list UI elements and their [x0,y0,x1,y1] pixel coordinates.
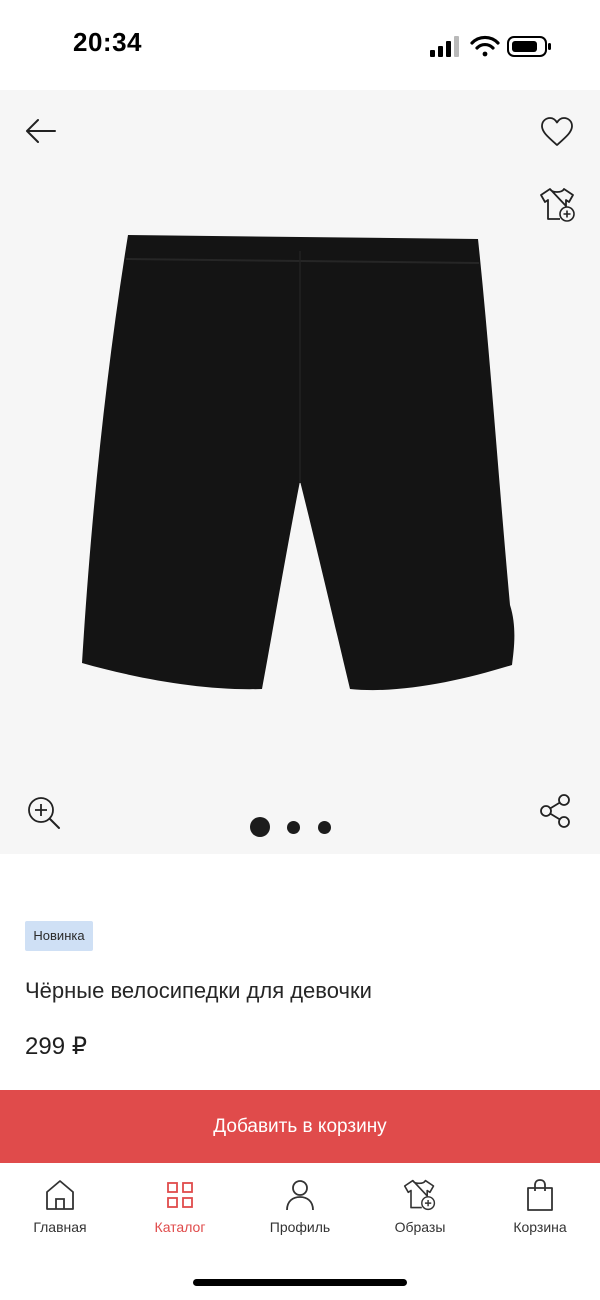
tab-label: Корзина [513,1219,567,1235]
tab-catalog[interactable]: Каталог [120,1163,240,1243]
share-icon[interactable] [536,792,574,830]
status-bar: 20:34 [0,0,600,90]
product-price: 299 ₽ [25,1033,87,1060]
tab-profile[interactable]: Профиль [240,1163,360,1243]
status-time: 20:34 [73,27,142,57]
grid-icon [167,1182,193,1208]
battery-icon [507,36,551,57]
person-icon [286,1180,314,1211]
tab-label: Образы [394,1219,446,1235]
wifi-icon [470,35,500,57]
heart-icon[interactable] [540,116,574,148]
home-indicator [193,1279,407,1286]
tab-home[interactable]: Главная [0,1163,120,1243]
product-title: Чёрные велосипедки для девочки [25,978,372,1003]
add-to-cart-button[interactable]: Добавить в корзину [0,1090,600,1163]
home-icon [46,1180,74,1210]
status-icons [430,35,551,57]
tab-looks[interactable]: Образы [360,1163,480,1243]
arrow-left-icon[interactable] [24,114,58,148]
tshirt-plus-icon [403,1179,436,1211]
zoom-in-icon[interactable] [26,795,62,831]
product-gallery[interactable] [0,90,600,854]
tab-label: Каталог [154,1219,206,1235]
pagination-dot[interactable] [318,821,331,834]
gallery-pagination [250,817,340,837]
tab-cart[interactable]: Корзина [480,1163,600,1243]
cellular-signal-icon [430,36,459,57]
tshirt-plus-icon[interactable] [538,186,578,224]
pagination-dot-active[interactable] [250,817,270,837]
pagination-dot[interactable] [287,821,300,834]
tab-label: Главная [33,1219,87,1235]
tab-label: Профиль [269,1219,331,1235]
new-badge: Новинка [25,921,93,951]
shopping-bag-icon [527,1179,553,1211]
product-image-shorts [82,235,515,691]
